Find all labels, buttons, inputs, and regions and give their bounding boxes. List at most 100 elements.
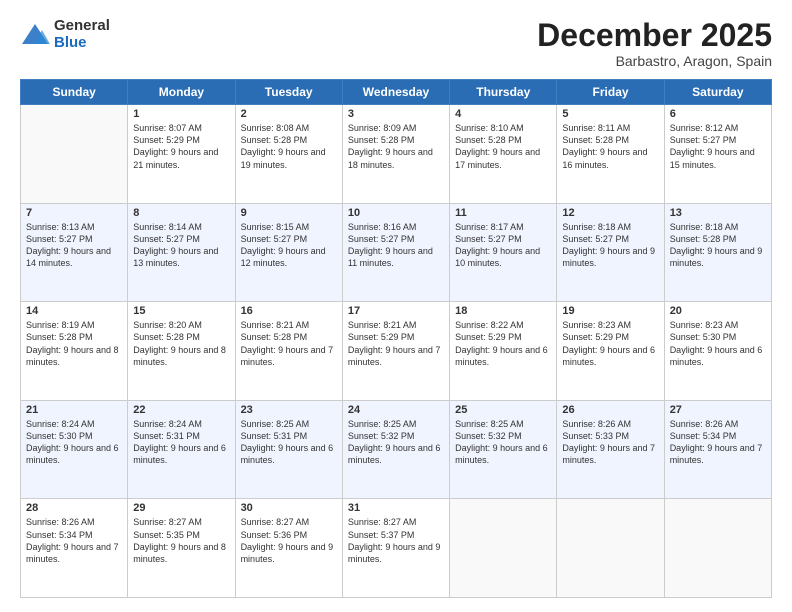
calendar-cell: 10 Sunrise: 8:16 AMSunset: 5:27 PMDayligh… [342, 203, 449, 302]
cell-info: Sunrise: 8:23 AMSunset: 5:30 PMDaylight:… [670, 319, 766, 368]
day-number: 23 [241, 404, 337, 416]
day-number: 28 [26, 502, 122, 514]
month-title: December 2025 [537, 18, 772, 53]
calendar-cell: 18 Sunrise: 8:22 AMSunset: 5:29 PMDayligh… [450, 302, 557, 401]
calendar-week-row: 28Sunrise: 8:26 AMSunset: 5:34 PMDayligh… [21, 499, 772, 598]
cell-info: Sunrise: 8:21 AMSunset: 5:28 PMDaylight:… [241, 319, 337, 368]
calendar-cell: 22 Sunrise: 8:24 AMSunset: 5:31 PMDayligh… [128, 400, 235, 499]
day-number: 13 [670, 207, 766, 219]
cell-info: Sunrise: 8:25 AMSunset: 5:32 PMDaylight:… [455, 418, 551, 467]
day-number: 25 [455, 404, 551, 416]
calendar-cell: 28Sunrise: 8:26 AMSunset: 5:34 PMDayligh… [21, 499, 128, 598]
calendar-cell: 16Sunrise: 8:21 AMSunset: 5:28 PMDayligh… [235, 302, 342, 401]
calendar-cell: 9Sunrise: 8:15 AMSunset: 5:27 PMDaylight… [235, 203, 342, 302]
day-number: 9 [241, 207, 337, 219]
cell-info: Sunrise: 8:18 AMSunset: 5:27 PMDaylight:… [562, 221, 658, 270]
cell-info: Sunrise: 8:24 AMSunset: 5:30 PMDaylight:… [26, 418, 122, 467]
day-number: 7 [26, 207, 122, 219]
day-header-thursday: Thursday [450, 80, 557, 105]
calendar-cell: 6Sunrise: 8:12 AMSunset: 5:27 PMDaylight… [664, 105, 771, 204]
cell-info: Sunrise: 8:27 AMSunset: 5:37 PMDaylight:… [348, 516, 444, 565]
day-number: 22 [133, 404, 229, 416]
day-number: 17 [348, 305, 444, 317]
cell-info: Sunrise: 8:19 AMSunset: 5:28 PMDaylight:… [26, 319, 122, 368]
cell-info: Sunrise: 8:21 AMSunset: 5:29 PMDaylight:… [348, 319, 444, 368]
header: General Blue December 2025 Barbastro, Ar… [20, 18, 772, 69]
cell-info: Sunrise: 8:25 AMSunset: 5:32 PMDaylight:… [348, 418, 444, 467]
day-number: 24 [348, 404, 444, 416]
day-number: 2 [241, 108, 337, 120]
day-number: 18 [455, 305, 551, 317]
calendar-week-row: 1 Sunrise: 8:07 AMSunset: 5:29 PMDaylight… [21, 105, 772, 204]
day-number: 19 [562, 305, 658, 317]
location: Barbastro, Aragon, Spain [537, 53, 772, 69]
cell-info: Sunrise: 8:09 AMSunset: 5:28 PMDaylight:… [348, 122, 444, 171]
cell-info: Sunrise: 8:10 AMSunset: 5:28 PMDaylight:… [455, 122, 551, 171]
day-number: 12 [562, 207, 658, 219]
calendar-cell: 29Sunrise: 8:27 AMSunset: 5:35 PMDayligh… [128, 499, 235, 598]
day-number: 30 [241, 502, 337, 514]
calendar-cell: 5Sunrise: 8:11 AMSunset: 5:28 PMDaylight… [557, 105, 664, 204]
day-number: 21 [26, 404, 122, 416]
day-number: 31 [348, 502, 444, 514]
day-number: 15 [133, 305, 229, 317]
day-number: 26 [562, 404, 658, 416]
calendar-cell: 1 Sunrise: 8:07 AMSunset: 5:29 PMDaylight… [128, 105, 235, 204]
calendar-cell [21, 105, 128, 204]
cell-info: Sunrise: 8:18 AMSunset: 5:28 PMDaylight:… [670, 221, 766, 270]
cell-info: Sunrise: 8:13 AMSunset: 5:27 PMDaylight:… [26, 221, 122, 270]
calendar-cell: 19Sunrise: 8:23 AMSunset: 5:29 PMDayligh… [557, 302, 664, 401]
calendar-cell: 20 Sunrise: 8:23 AMSunset: 5:30 PMDayligh… [664, 302, 771, 401]
calendar-header-row: SundayMondayTuesdayWednesdayThursdayFrid… [21, 80, 772, 105]
cell-info: Sunrise: 8:27 AMSunset: 5:35 PMDaylight:… [133, 516, 229, 565]
cell-info: Sunrise: 8:16 AMSunset: 5:27 PMDaylight:… [348, 221, 444, 270]
calendar-cell: 3 Sunrise: 8:09 AMSunset: 5:28 PMDaylight… [342, 105, 449, 204]
day-header-tuesday: Tuesday [235, 80, 342, 105]
calendar-table: SundayMondayTuesdayWednesdayThursdayFrid… [20, 79, 772, 598]
calendar-cell: 30 Sunrise: 8:27 AMSunset: 5:36 PMDayligh… [235, 499, 342, 598]
page: General Blue December 2025 Barbastro, Ar… [0, 0, 792, 612]
cell-info: Sunrise: 8:17 AMSunset: 5:27 PMDaylight:… [455, 221, 551, 270]
calendar-cell: 4 Sunrise: 8:10 AMSunset: 5:28 PMDaylight… [450, 105, 557, 204]
day-number: 11 [455, 207, 551, 219]
title-block: December 2025 Barbastro, Aragon, Spain [537, 18, 772, 69]
calendar-week-row: 7 Sunrise: 8:13 AMSunset: 5:27 PMDaylight… [21, 203, 772, 302]
cell-info: Sunrise: 8:26 AMSunset: 5:34 PMDaylight:… [670, 418, 766, 467]
day-header-monday: Monday [128, 80, 235, 105]
calendar-cell: 27 Sunrise: 8:26 AMSunset: 5:34 PMDayligh… [664, 400, 771, 499]
day-number: 20 [670, 305, 766, 317]
day-number: 5 [562, 108, 658, 120]
day-number: 3 [348, 108, 444, 120]
day-header-friday: Friday [557, 80, 664, 105]
calendar-cell: 26Sunrise: 8:26 AMSunset: 5:33 PMDayligh… [557, 400, 664, 499]
day-number: 8 [133, 207, 229, 219]
day-number: 10 [348, 207, 444, 219]
cell-info: Sunrise: 8:24 AMSunset: 5:31 PMDaylight:… [133, 418, 229, 467]
cell-info: Sunrise: 8:22 AMSunset: 5:29 PMDaylight:… [455, 319, 551, 368]
day-number: 6 [670, 108, 766, 120]
calendar-cell: 15Sunrise: 8:20 AMSunset: 5:28 PMDayligh… [128, 302, 235, 401]
calendar-cell [450, 499, 557, 598]
calendar-cell: 31 Sunrise: 8:27 AMSunset: 5:37 PMDayligh… [342, 499, 449, 598]
logo-icon [20, 22, 50, 48]
day-header-wednesday: Wednesday [342, 80, 449, 105]
day-number: 1 [133, 108, 229, 120]
calendar-cell: 8 Sunrise: 8:14 AMSunset: 5:27 PMDaylight… [128, 203, 235, 302]
logo-text: General Blue [54, 18, 110, 51]
day-number: 27 [670, 404, 766, 416]
cell-info: Sunrise: 8:27 AMSunset: 5:36 PMDaylight:… [241, 516, 337, 565]
calendar-cell: 11 Sunrise: 8:17 AMSunset: 5:27 PMDayligh… [450, 203, 557, 302]
calendar-cell: 13 Sunrise: 8:18 AMSunset: 5:28 PMDayligh… [664, 203, 771, 302]
cell-info: Sunrise: 8:14 AMSunset: 5:27 PMDaylight:… [133, 221, 229, 270]
cell-info: Sunrise: 8:07 AMSunset: 5:29 PMDaylight:… [133, 122, 229, 171]
day-number: 4 [455, 108, 551, 120]
calendar-cell [557, 499, 664, 598]
calendar-cell [664, 499, 771, 598]
calendar-cell: 2Sunrise: 8:08 AMSunset: 5:28 PMDaylight… [235, 105, 342, 204]
calendar-cell: 12 Sunrise: 8:18 AMSunset: 5:27 PMDayligh… [557, 203, 664, 302]
calendar-week-row: 21 Sunrise: 8:24 AMSunset: 5:30 PMDayligh… [21, 400, 772, 499]
day-header-sunday: Sunday [21, 80, 128, 105]
day-header-saturday: Saturday [664, 80, 771, 105]
calendar-cell: 25 Sunrise: 8:25 AMSunset: 5:32 PMDayligh… [450, 400, 557, 499]
logo-blue: Blue [54, 35, 110, 52]
